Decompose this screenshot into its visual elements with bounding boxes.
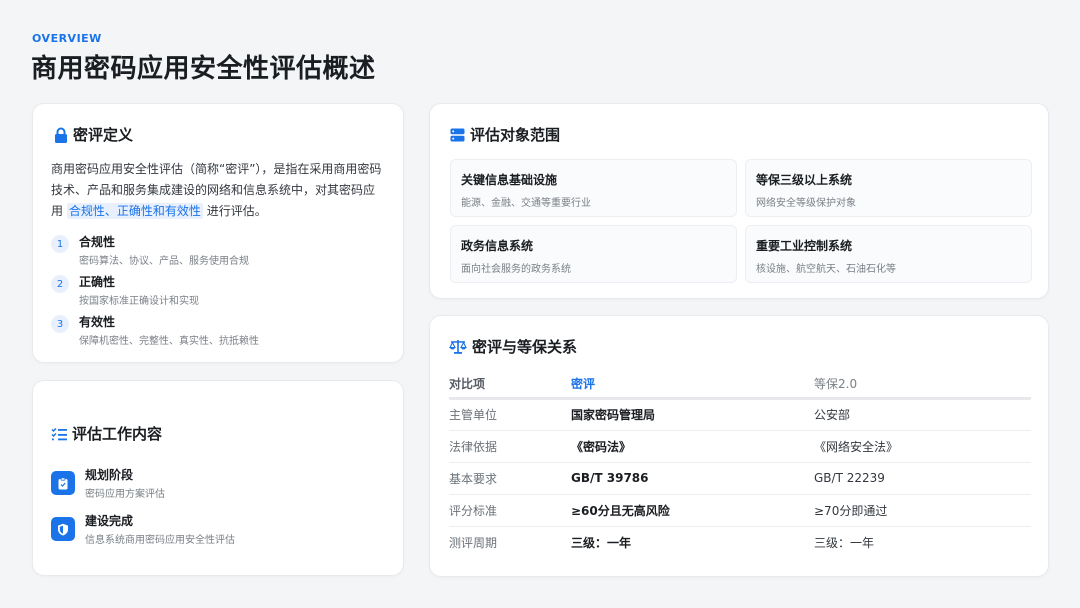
work-name: 规划阶段 [85, 467, 134, 482]
overview-kicker: OVERVIEW [32, 32, 102, 45]
server-icon [450, 128, 465, 142]
definition-highlight: 合规性、正确性和有效性 [66, 203, 203, 219]
lock-icon [54, 127, 68, 143]
criteria-item: 3 有效性 保障机密性、完整性、真实性、抗抵赖性 [51, 314, 385, 354]
table-row: 法律依据 《密码法》 《网络安全法》 [449, 430, 1031, 463]
relation-card-title: 密评与等保关系 [449, 336, 1029, 357]
table-cell: 测评周期 [449, 535, 498, 550]
table-cell: 国家密码管理局 [571, 398, 814, 431]
scope-title: 评估对象范围 [470, 126, 561, 144]
work-list: 规划阶段 密码应用方案评估 建设完成 信息系统商用密码应用安全性评估 [51, 460, 385, 552]
criteria-number: 2 [51, 275, 69, 293]
scope-item: 关键信息基础设施 能源、金融、交通等重要行业 [450, 159, 737, 217]
scope-name: 政务信息系统 [461, 239, 534, 253]
scope-desc: 能源、金融、交通等重要行业 [461, 198, 591, 209]
table-cell: 《密码法》 [571, 430, 814, 463]
criteria-item: 2 正确性 按国家标准正确设计和实现 [51, 274, 385, 314]
table-row: 评分标准 ≥60分且无高风险 ≥70分即通过 [449, 494, 1031, 527]
scope-item: 重要工业控制系统 核设施、航空航天、石油石化等 [745, 225, 1032, 283]
scope-card-title: 评估对象范围 [450, 124, 1029, 145]
criteria-desc: 密码算法、协议、产品、服务使用合规 [79, 256, 249, 267]
work-desc: 信息系统商用密码应用安全性评估 [85, 534, 235, 546]
table-row: 基本要求 GB/T 39786 GB/T 22239 [449, 462, 1031, 495]
table-cell: 三级：一年 [571, 535, 632, 550]
definition-title: 密评定义 [73, 126, 134, 144]
table-row: 测评周期 三级：一年 三级：一年 [449, 526, 1031, 558]
criteria-list: 1 合规性 密码算法、协议、产品、服务使用合规 2 正确性 按国家标准正确设计和… [51, 234, 385, 354]
criteria-number: 3 [51, 315, 69, 333]
work-card-title: 评估工作内容 [51, 423, 385, 444]
table-row: 主管单位 国家密码管理局 公安部 [449, 398, 1031, 431]
criteria-number: 1 [51, 235, 69, 253]
scope-card: 评估对象范围 关键信息基础设施 能源、金融、交通等重要行业 等保三级以上系统 网… [429, 103, 1049, 299]
criteria-name: 正确性 [79, 275, 116, 289]
work-desc: 密码应用方案评估 [85, 488, 165, 500]
work-item: 规划阶段 密码应用方案评估 [51, 460, 385, 506]
scope-desc: 网络安全等级保护对象 [756, 198, 856, 209]
table-cell: ≥70分即通过 [814, 494, 1031, 527]
criteria-desc: 保障机密性、完整性、真实性、抗抵赖性 [79, 336, 259, 347]
table-cell: 主管单位 [449, 398, 571, 431]
checklist-icon [51, 427, 67, 441]
work-card: 评估工作内容 规划阶段 密码应用方案评估 建设完成 信息系统商用密码应用安全性评… [32, 380, 404, 576]
comparison-table: 对比项 密评 等保2.0 主管单位 国家密码管理局 公安部 法律依据 《密码法》… [449, 370, 1031, 558]
scale-icon [449, 339, 467, 354]
definition-card: 密评定义 商用密码应用安全性评估（简称“密评”），是指在采用商用密码技术、产品和… [32, 103, 404, 363]
criteria-item: 1 合规性 密码算法、协议、产品、服务使用合规 [51, 234, 385, 274]
table-header-row: 对比项 密评 等保2.0 [449, 370, 1031, 400]
definition-card-title: 密评定义 [54, 124, 385, 145]
scope-name: 等保三级以上系统 [756, 173, 853, 187]
table-cell: 《网络安全法》 [814, 430, 1031, 463]
criteria-desc: 按国家标准正确设计和实现 [79, 296, 199, 307]
table-cell: GB/T 22239 [814, 462, 1031, 495]
table-header: 密评 [571, 370, 814, 400]
work-title: 评估工作内容 [72, 425, 163, 443]
work-name: 建设完成 [85, 513, 134, 528]
table-header: 对比项 [449, 370, 571, 400]
criteria-name: 合规性 [79, 235, 116, 249]
scope-item: 等保三级以上系统 网络安全等级保护对象 [745, 159, 1032, 217]
scope-name: 关键信息基础设施 [461, 173, 558, 187]
table-cell: GB/T 39786 [571, 462, 814, 495]
table-cell: 三级：一年 [814, 535, 875, 550]
relation-card: 密评与等保关系 对比项 密评 等保2.0 主管单位 国家密码管理局 公安部 法律… [429, 315, 1049, 577]
relation-title: 密评与等保关系 [472, 338, 578, 356]
scope-desc: 面向社会服务的政务系统 [461, 264, 571, 275]
scope-grid: 关键信息基础设施 能源、金融、交通等重要行业 等保三级以上系统 网络安全等级保护… [450, 159, 1032, 283]
shield-icon [51, 517, 75, 541]
criteria-name: 有效性 [79, 315, 116, 329]
definition-text: 商用密码应用安全性评估（简称“密评”），是指在采用商用密码技术、产品和服务集成建… [51, 162, 382, 219]
table-cell: 公安部 [814, 398, 1031, 431]
scope-desc: 核设施、航空航天、石油石化等 [756, 264, 896, 275]
work-item: 建设完成 信息系统商用密码应用安全性评估 [51, 506, 385, 552]
clipboard-icon [51, 471, 75, 495]
table-cell: 评分标准 [449, 494, 571, 527]
table-cell: ≥60分且无高风险 [571, 494, 814, 527]
scope-name: 重要工业控制系统 [756, 239, 853, 253]
table-header: 等保2.0 [814, 370, 1031, 400]
table-cell: 基本要求 [449, 462, 571, 495]
page-title: 商用密码应用安全性评估概述 [31, 54, 376, 84]
scope-item: 政务信息系统 面向社会服务的政务系统 [450, 225, 737, 283]
table-cell: 法律依据 [449, 430, 571, 463]
